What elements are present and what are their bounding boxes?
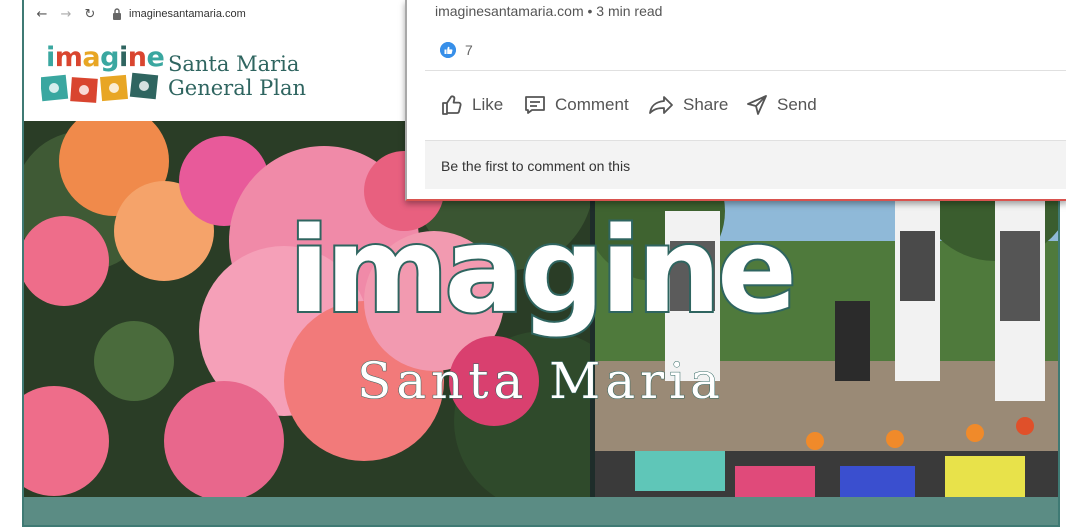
site-title: Santa Maria General Plan: [168, 52, 306, 100]
like-label: Like: [472, 95, 504, 114]
logo-letter: m: [54, 42, 83, 73]
first-comment-prompt: Be the first to comment on this: [441, 158, 631, 174]
site-title-line2: General Plan: [168, 76, 306, 100]
like-reaction-icon: [440, 42, 456, 58]
share-button[interactable]: Share: [647, 90, 728, 120]
post-meta[interactable]: imaginesantamaria.com • 3 min read: [435, 3, 662, 19]
thumbs-up-icon: [442, 95, 462, 115]
hero-subtitle: Santa Maria: [357, 352, 725, 410]
hero-title: imagine: [287, 201, 799, 339]
divider: [425, 70, 1066, 71]
site-title-line1: Santa Maria: [168, 52, 300, 76]
share-label: Share: [683, 95, 729, 114]
logo-letter: e: [146, 42, 165, 73]
address-bar-url[interactable]: imaginesantamaria.com: [129, 8, 246, 20]
like-button[interactable]: Like: [440, 90, 503, 120]
linkedin-post-card: imaginesantamaria.com • 3 min read 7 Lik…: [405, 0, 1066, 201]
logo-letter: n: [127, 42, 147, 73]
logo-letter: a: [82, 42, 101, 73]
comment-icon: [525, 96, 545, 114]
arrow-right-icon[interactable]: →: [58, 7, 74, 23]
logo-letter: i: [118, 42, 128, 73]
send-icon: [747, 95, 767, 115]
papel-picado-flags-icon: [41, 72, 159, 103]
send-label: Send: [777, 95, 817, 114]
reaction-count: 7: [465, 42, 473, 58]
comment-label: Comment: [555, 95, 629, 114]
teal-footer-band: [24, 497, 1058, 525]
comments-area: Be the first to comment on this: [425, 141, 1066, 189]
share-icon: [649, 96, 673, 114]
site-logo[interactable]: imagine: [46, 42, 165, 73]
lock-icon[interactable]: [112, 8, 122, 20]
arrow-left-icon[interactable]: ←: [34, 7, 50, 23]
logo-letter: i: [46, 42, 55, 73]
send-button[interactable]: Send: [745, 90, 817, 120]
comment-button[interactable]: Comment: [523, 90, 629, 120]
logo-letter: g: [100, 42, 119, 73]
reload-icon[interactable]: ↻: [82, 7, 98, 23]
